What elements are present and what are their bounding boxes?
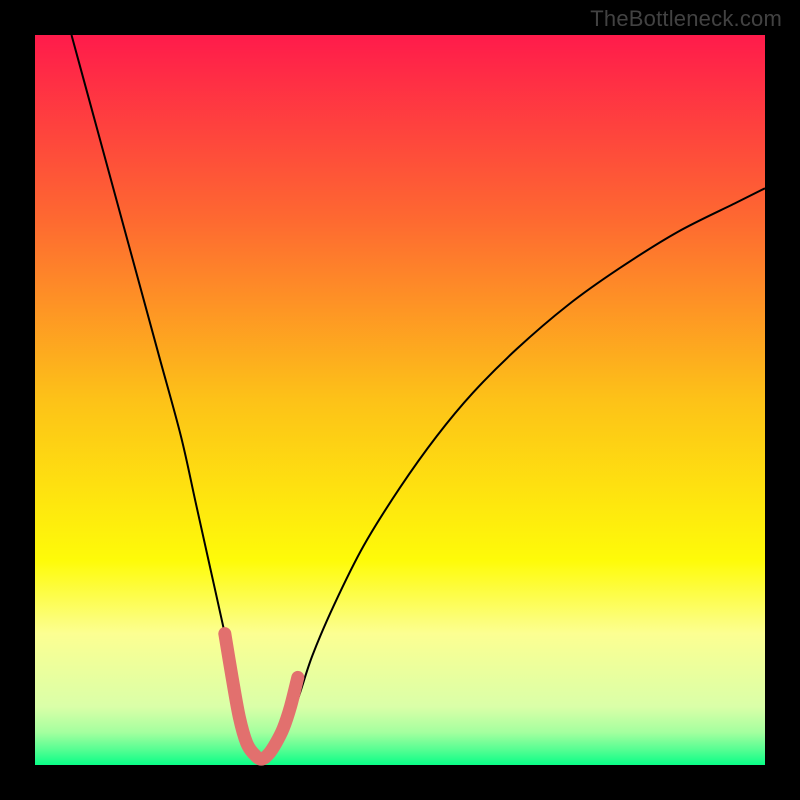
chart-container: TheBottleneck.com xyxy=(0,0,800,800)
chart-svg xyxy=(0,0,800,800)
plot-background xyxy=(35,35,765,765)
watermark-text: TheBottleneck.com xyxy=(590,6,782,32)
